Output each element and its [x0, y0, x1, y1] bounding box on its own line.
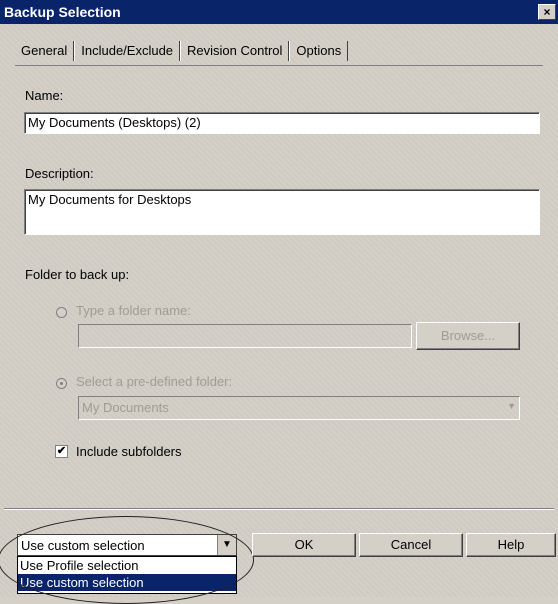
predefined-folder-label: Select a pre-defined folder:	[76, 374, 233, 389]
tab-include-exclude[interactable]: Include/Exclude	[74, 41, 181, 61]
tab-general[interactable]: General	[15, 41, 75, 61]
ok-button[interactable]: OK	[252, 533, 356, 557]
tab-revision-control[interactable]: Revision Control	[180, 41, 290, 61]
predefined-folder-radio[interactable]	[56, 378, 67, 389]
description-label: Description:	[25, 166, 94, 181]
window-title: Backup Selection	[4, 4, 121, 20]
name-field[interactable]: My Documents (Desktops) (2)	[24, 112, 540, 134]
close-button[interactable]: ×	[538, 4, 556, 20]
predefined-folder-value: My Documents	[82, 400, 169, 415]
chevron-down-icon: ▼	[507, 401, 516, 411]
cancel-button[interactable]: Cancel	[359, 533, 463, 557]
dialog-body: General Include/Exclude Revision Control…	[0, 24, 558, 604]
title-bar: Backup Selection ×	[0, 0, 558, 24]
predefined-folder-select[interactable]: My Documents ▼	[78, 396, 520, 420]
checkmark-icon: ✔	[56, 445, 67, 457]
type-folder-field[interactable]	[78, 324, 412, 348]
type-folder-radio[interactable]	[56, 307, 67, 318]
description-field[interactable]: My Documents for Desktops	[24, 189, 540, 235]
include-subfolders-checkbox[interactable]: ✔	[55, 445, 68, 458]
tab-options[interactable]: Options	[289, 41, 349, 61]
help-button[interactable]: Help	[466, 533, 556, 557]
highlight-ellipse	[0, 516, 254, 604]
tab-strip: General Include/Exclude Revision Control…	[15, 41, 349, 63]
folder-to-back-up-label: Folder to back up:	[25, 267, 130, 282]
tab-divider	[15, 65, 543, 66]
include-subfolders-label: Include subfolders	[76, 444, 182, 459]
type-folder-label: Type a folder name:	[76, 303, 191, 318]
bottom-divider	[4, 508, 554, 510]
browse-button[interactable]: Browse...	[416, 322, 520, 350]
close-icon: ×	[543, 5, 551, 19]
name-label: Name:	[25, 88, 64, 103]
